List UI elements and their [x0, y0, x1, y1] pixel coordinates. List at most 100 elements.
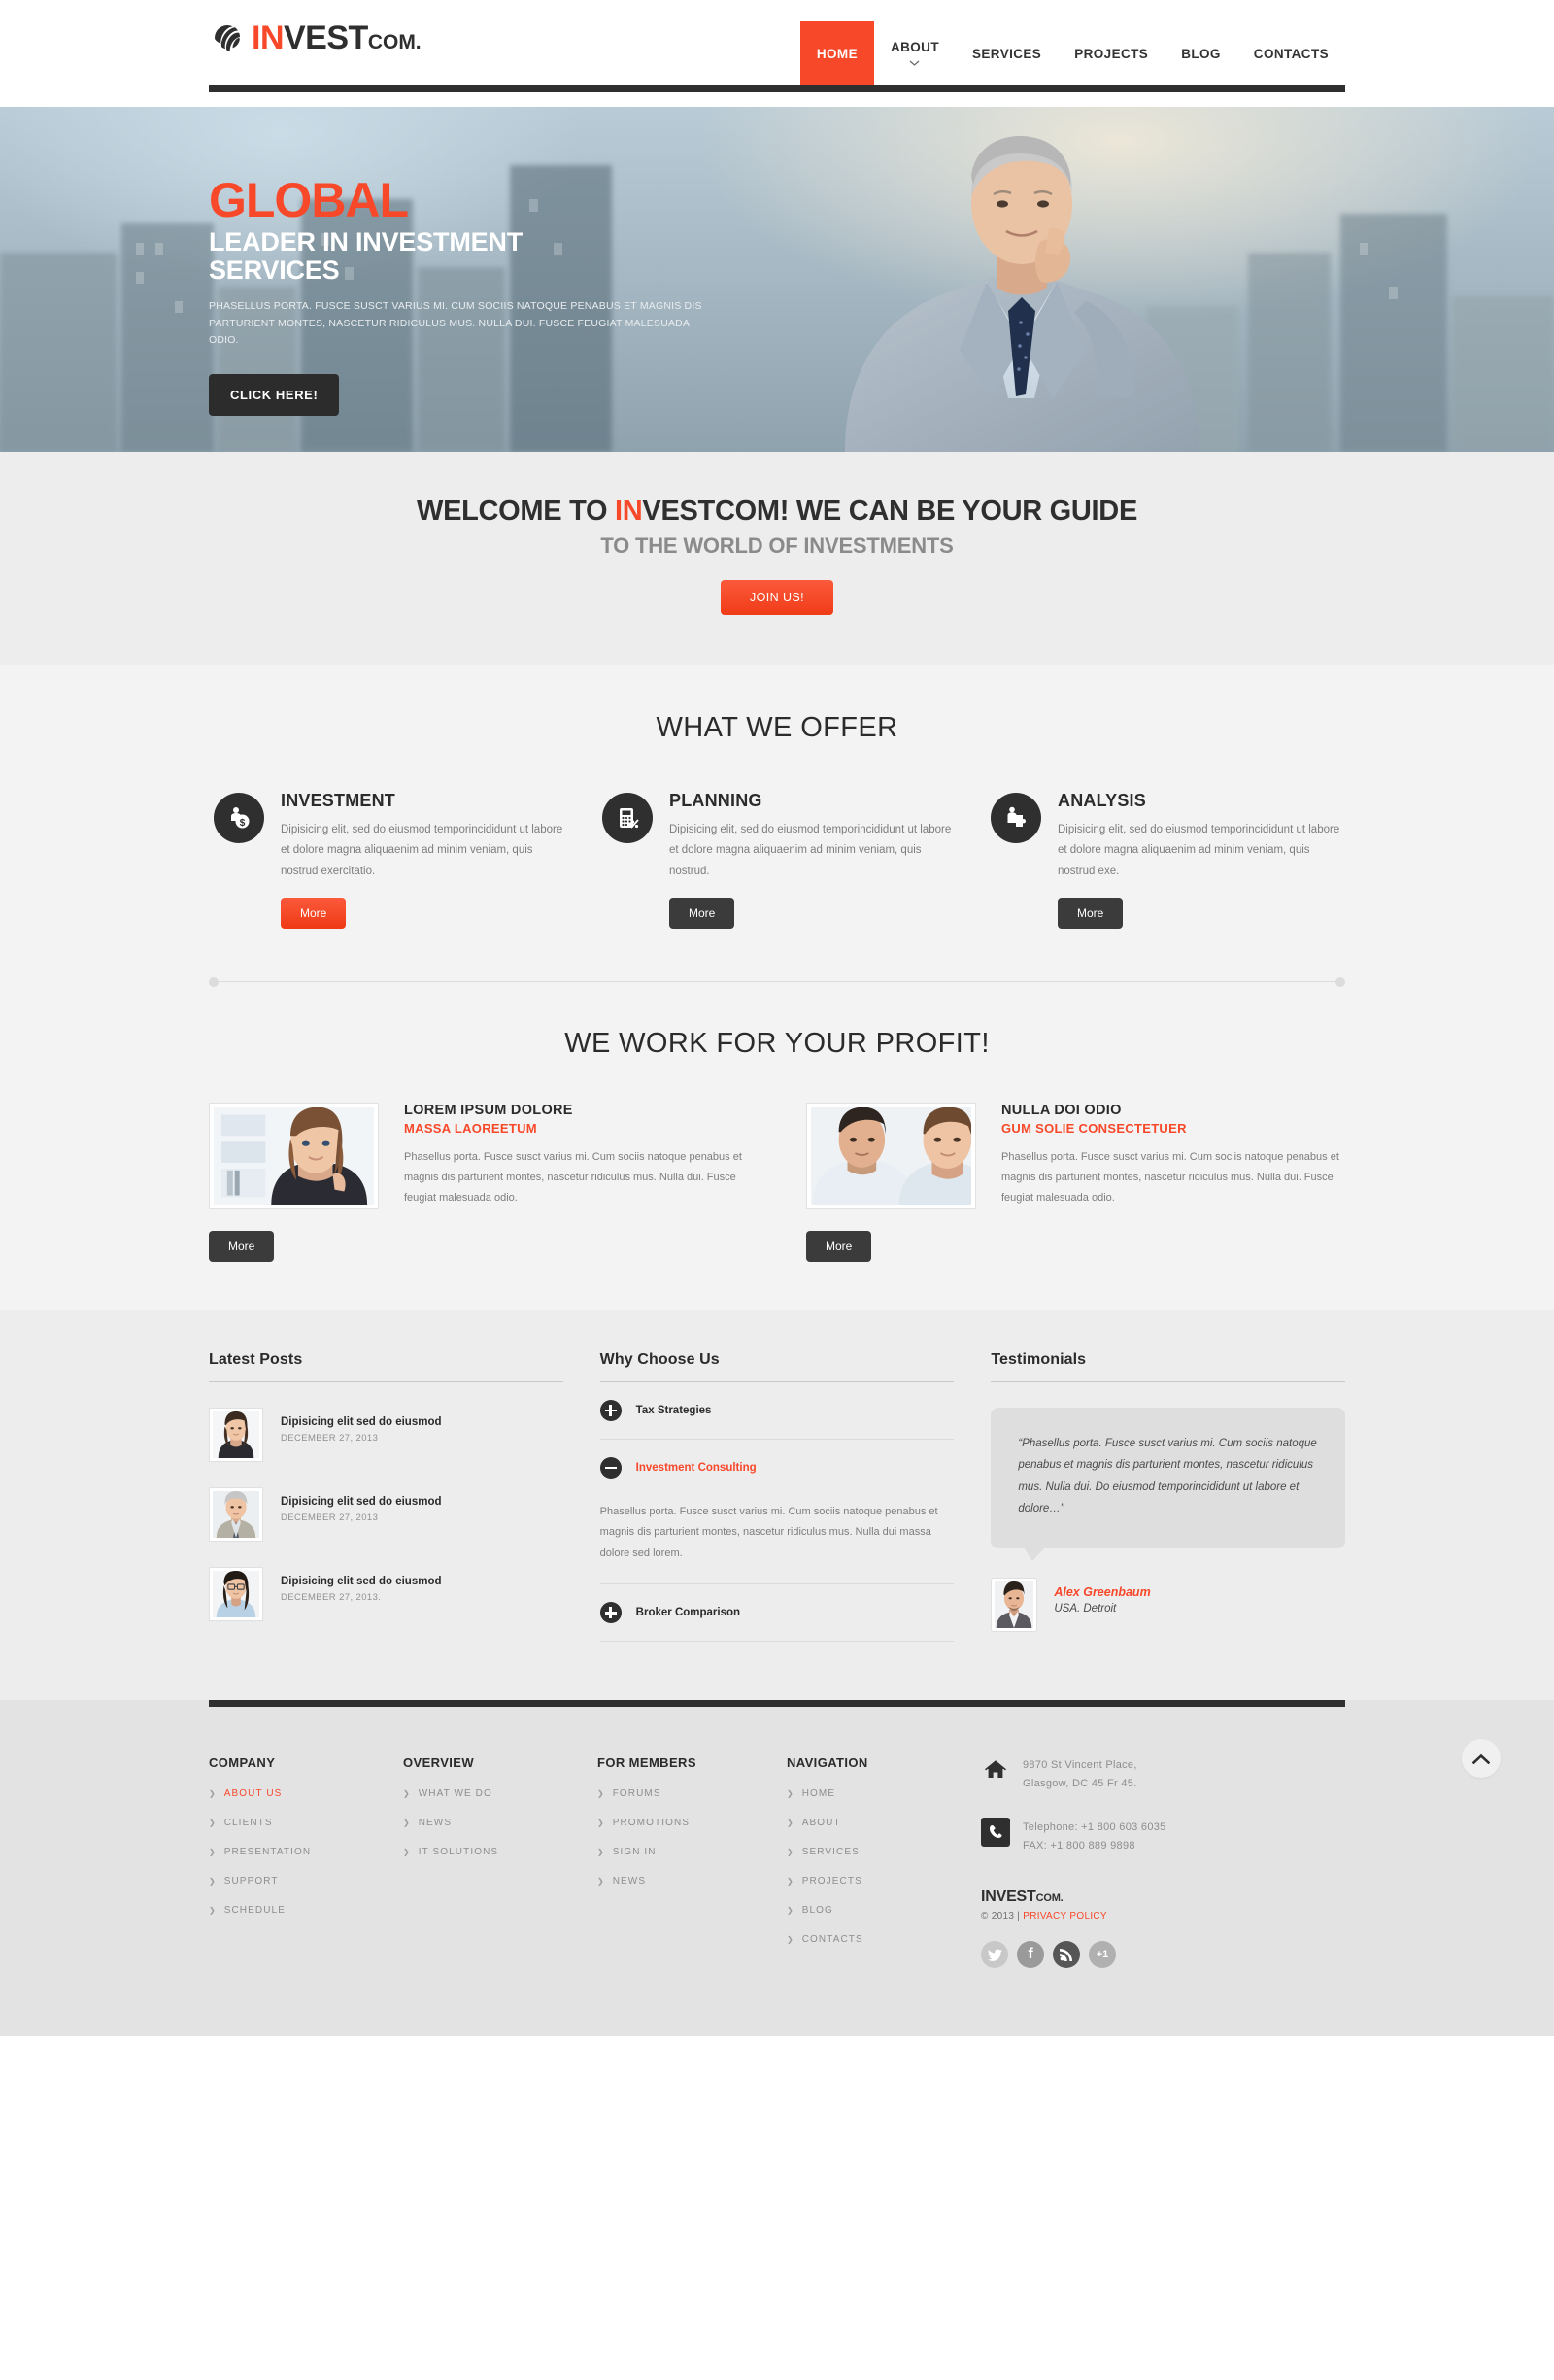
footer-link-label: FORUMS [612, 1788, 661, 1800]
chevron-right-icon: ❯ [787, 1877, 794, 1887]
hero-subheadline: LEADER IN INVESTMENT SERVICES [209, 227, 753, 286]
nav-item-home[interactable]: HOME [799, 21, 874, 85]
logo-suffix: COM. [367, 31, 422, 53]
accordion-label: Investment Consulting [635, 1461, 757, 1474]
accordion-header[interactable]: Broker Comparison [599, 1584, 955, 1641]
footer-link-promotions[interactable]: ❯ PROMOTIONS [597, 1818, 769, 1828]
nav-label: HOME [816, 46, 858, 61]
main-navigation[interactable]: HOME ABOUT SERVICES PROJECTS BLOG CONTAC… [799, 21, 1345, 85]
nav-item-services[interactable]: SERVICES [956, 21, 1058, 85]
post-item[interactable]: Dipisicing elit sed do eiusmod DECEMBER … [209, 1566, 563, 1621]
nav-label: ABOUT [890, 40, 939, 54]
facebook-icon[interactable]: f [1017, 1941, 1044, 1969]
profit-image-2 [806, 1102, 976, 1209]
footer-link-contacts[interactable]: ❯ CONTACTS [787, 1934, 963, 1945]
nav-item-contacts[interactable]: CONTACTS [1237, 21, 1345, 85]
rss-icon[interactable] [1053, 1941, 1080, 1969]
privacy-policy-link[interactable]: PRIVACY POLICY [1023, 1911, 1107, 1921]
footer-logo: INVESTCOM. [981, 1888, 1301, 1906]
offer-card-text: Dipisicing elit, sed do eiusmod temporin… [669, 824, 952, 877]
welcome-title: WELCOME TO INVESTCOM! WE CAN BE YOUR GUI… [0, 495, 1554, 527]
twitter-icon[interactable] [981, 1941, 1008, 1969]
welcome-title-post: VESTCOM! WE CAN BE YOUR GUIDE [642, 495, 1137, 527]
footer-link-it-solutions[interactable]: ❯ IT SOLUTIONS [403, 1847, 580, 1857]
footer-link-what-we-do[interactable]: ❯ WHAT WE DO [403, 1788, 580, 1799]
chevron-right-icon: ❯ [787, 1848, 794, 1857]
phone-icon [981, 1817, 1010, 1847]
footer-link-sign-in[interactable]: ❯ SIGN IN [597, 1847, 769, 1857]
profit-text: Phasellus porta. Fusce susct varius mi. … [1001, 1150, 1339, 1204]
telephone: Telephone: +1 800 603 6035 [1023, 1820, 1166, 1833]
chevron-right-icon: ❯ [209, 1848, 216, 1857]
footer-link-news[interactable]: ❯ NEWS [403, 1818, 580, 1828]
footer-link-clients[interactable]: ❯ CLIENTS [209, 1818, 386, 1828]
footer-divider [209, 1700, 1345, 1708]
footer-link-label: PRESENTATION [223, 1847, 312, 1858]
chevron-right-icon: ❯ [787, 1906, 794, 1916]
fax: FAX: +1 800 889 9898 [1023, 1839, 1135, 1852]
testimonial-quote: “Phasellus porta. Fusce susct varius mi.… [1018, 1437, 1317, 1515]
offer-card-text: Dipisicing elit, sed do eiusmod temporin… [1058, 824, 1340, 877]
accordion-body: Phasellus porta. Fusce susct varius mi. … [599, 1505, 938, 1559]
nav-item-about[interactable]: ABOUT [874, 21, 956, 85]
hero-subhead-line2: SERVICES [209, 255, 340, 286]
footer-address: 9870 St Vincent Place, Glasgow, DC 45 Fr… [981, 1755, 1301, 1794]
chevron-right-icon: ❯ [597, 1848, 604, 1857]
divider-dot-right [1335, 976, 1345, 987]
what-we-offer-section: WHAT WE OFFER $ INVESTMENT Dipisicing el… [0, 665, 1554, 989]
footer-logo-main: INVEST [981, 1888, 1036, 1906]
scroll-to-top-button[interactable] [1462, 1739, 1501, 1779]
footer-link-about-us[interactable]: ❯ ABOUT US [209, 1788, 386, 1799]
footer-link-forums[interactable]: ❯ FORUMS [597, 1788, 769, 1799]
footer-link-presentation[interactable]: ❯ PRESENTATION [209, 1847, 386, 1857]
post-item[interactable]: Dipisicing elit sed do eiusmod DECEMBER … [209, 1486, 563, 1542]
post-date: DECEMBER 27, 2013 [281, 1512, 379, 1523]
footer-link-label: BLOG [801, 1905, 833, 1917]
footer-link-label: PROMOTIONS [612, 1818, 691, 1829]
google-plus-icon[interactable]: +1 [1089, 1941, 1116, 1969]
divider-line [217, 980, 1337, 982]
testimonials-heading: Testimonials [991, 1351, 1346, 1382]
join-us-button[interactable]: JOIN US! [721, 580, 833, 615]
address-line2: Glasgow, DC 45 Fr 45. [1023, 1778, 1137, 1790]
hero-cta-button[interactable]: CLICK HERE! [209, 374, 340, 417]
footer-link-label: NEWS [418, 1818, 453, 1829]
footer-link-label: NEWS [612, 1876, 647, 1887]
nav-label: BLOG [1181, 46, 1221, 61]
welcome-title-accent: IN [615, 495, 643, 527]
nav-item-projects[interactable]: PROJECTS [1058, 21, 1165, 85]
footer-logo-suffix: COM. [1035, 1892, 1064, 1905]
testimonial-bubble: “Phasellus porta. Fusce susct varius mi.… [991, 1407, 1346, 1562]
post-item[interactable]: Dipisicing elit sed do eiusmod DECEMBER … [209, 1407, 563, 1462]
profit-more-button[interactable]: More [806, 1230, 872, 1262]
footer-link-home[interactable]: ❯ HOME [787, 1788, 963, 1799]
chevron-right-icon: ❯ [209, 1877, 216, 1887]
footer-link-news-members[interactable]: ❯ NEWS [597, 1876, 769, 1887]
footer-link-schedule[interactable]: ❯ SCHEDULE [209, 1905, 386, 1916]
chevron-down-icon [909, 60, 920, 67]
nav-item-blog[interactable]: BLOG [1165, 21, 1237, 85]
offer-more-button[interactable]: More [669, 897, 735, 929]
footer-link-blog[interactable]: ❯ BLOG [787, 1905, 963, 1916]
accordion-header[interactable]: Investment Consulting [599, 1440, 955, 1496]
footer-phone: Telephone: +1 800 603 6035 FAX: +1 800 8… [981, 1817, 1301, 1856]
profit-more-button[interactable]: More [209, 1230, 275, 1262]
accordion-header[interactable]: Tax Strategies [599, 1382, 955, 1439]
footer-link-label: IT SOLUTIONS [418, 1847, 499, 1858]
logo-text: INVESTCOM. [252, 21, 422, 54]
profit-title: LOREM IPSUM DOLORE [404, 1102, 573, 1118]
offer-more-button[interactable]: More [1058, 897, 1124, 929]
copyright-text: © 2013 | [981, 1911, 1024, 1922]
chevron-up-icon [1472, 1753, 1490, 1764]
footer-link-label: SCHEDULE [223, 1905, 286, 1917]
footer-link-services[interactable]: ❯ SERVICES [787, 1847, 963, 1857]
footer-link-projects[interactable]: ❯ PROJECTS [787, 1876, 963, 1887]
chevron-right-icon: ❯ [209, 1789, 216, 1799]
footer-link-support[interactable]: ❯ SUPPORT [209, 1876, 386, 1887]
offer-card-investment: $ INVESTMENT Dipisicing elit, sed do eiu… [214, 791, 563, 929]
offer-more-button[interactable]: More [281, 897, 347, 929]
footer-link-label: WHAT WE DO [418, 1788, 492, 1800]
site-logo[interactable]: INVESTCOM. [209, 21, 422, 54]
avatar [991, 1578, 1038, 1633]
footer-link-about[interactable]: ❯ ABOUT [787, 1818, 963, 1828]
